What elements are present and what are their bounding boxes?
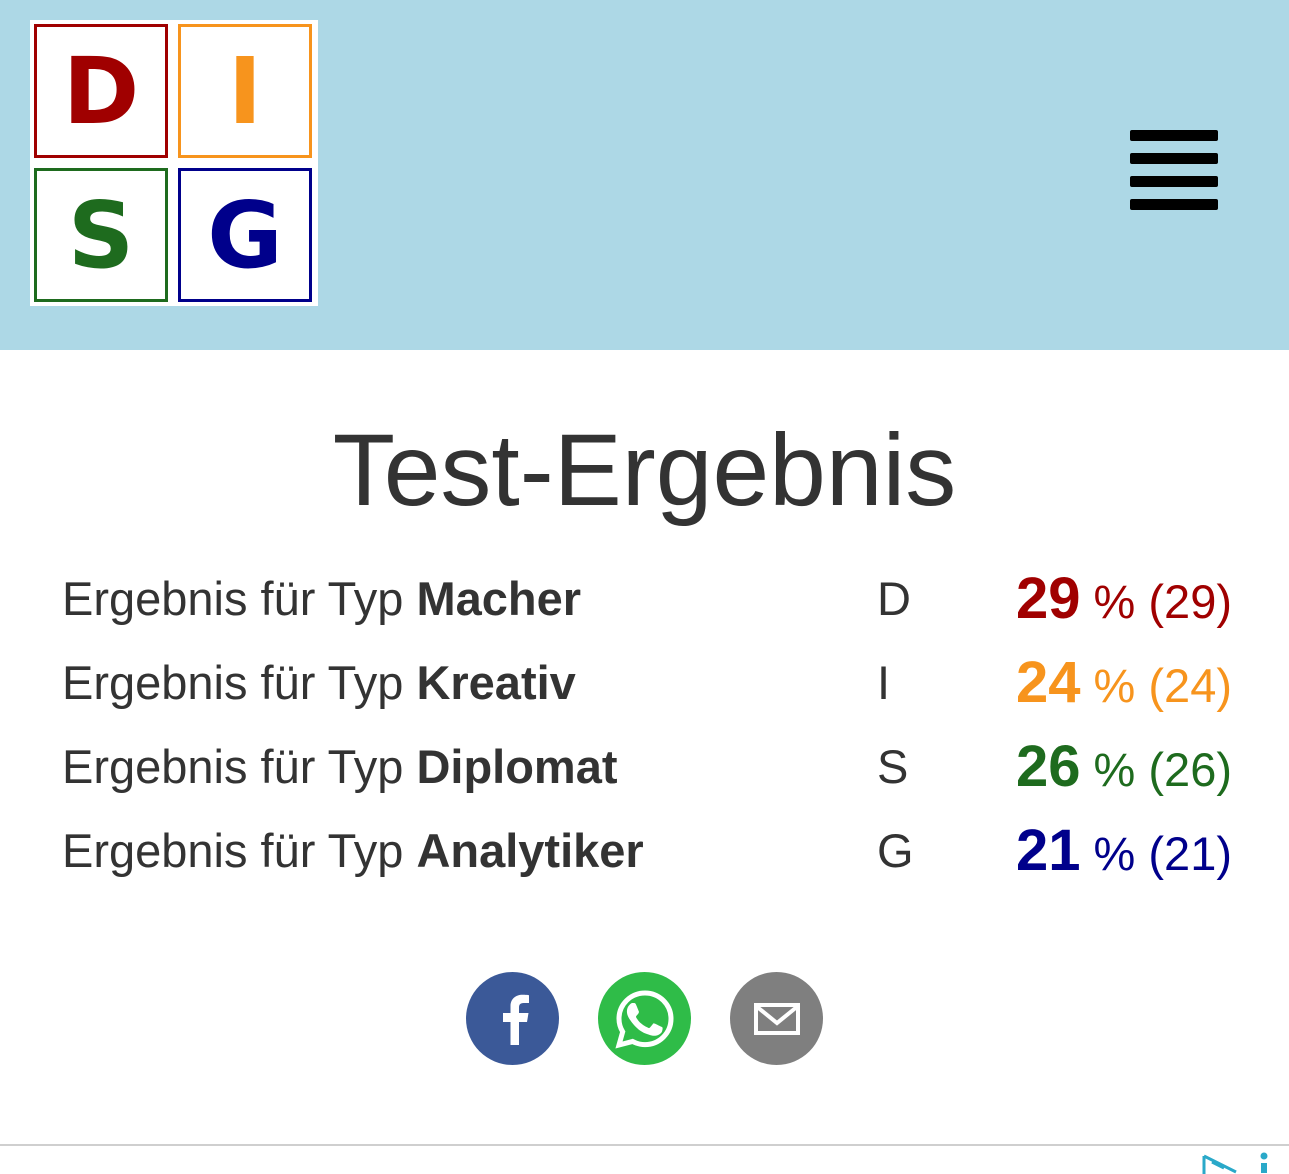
result-label: Ergebnis für Typ Diplomat — [62, 740, 618, 793]
logo-cell-s: S — [34, 168, 168, 302]
type-letter: S — [877, 740, 909, 793]
logo-cell-i: I — [178, 24, 312, 158]
type-letter: D — [877, 572, 911, 625]
email-share-button[interactable] — [730, 972, 823, 1065]
facebook-share-button[interactable] — [466, 972, 559, 1065]
type-name: Analytiker — [416, 824, 644, 877]
percent-unit: % — [1093, 827, 1136, 880]
hamburger-menu-icon[interactable] — [1130, 130, 1218, 210]
percent-unit: % — [1093, 659, 1136, 712]
disg-logo[interactable]: D I S G — [30, 20, 318, 306]
result-score: 24 % (24) — [1016, 650, 1232, 719]
whatsapp-icon — [614, 989, 674, 1049]
percent-value: 21 — [1015, 818, 1081, 883]
type-name: Macher — [416, 572, 582, 625]
adchoices-icon[interactable] — [1200, 1154, 1240, 1174]
share-buttons — [466, 972, 826, 1066]
percent-value: 26 — [1015, 734, 1081, 799]
result-label: Ergebnis für Typ Analytiker — [62, 824, 644, 877]
type-letter: G — [877, 824, 914, 877]
type-name: Kreativ — [416, 656, 576, 709]
site-header: D I S G — [0, 0, 1289, 350]
email-icon — [753, 1002, 800, 1035]
result-row-diplomat: Ergebnis für Typ Diplomat S 26 % (26) — [62, 734, 1232, 818]
results-table: Ergebnis für Typ Macher D 29 % (29) Erge… — [62, 566, 1232, 902]
percent-unit: % — [1093, 575, 1136, 628]
raw-value: (24) — [1148, 659, 1232, 712]
whatsapp-share-button[interactable] — [598, 972, 691, 1065]
raw-value: (29) — [1148, 575, 1232, 628]
result-row-analytiker: Ergebnis für Typ Analytiker G 21 % (21) — [62, 818, 1232, 902]
facebook-icon — [502, 994, 529, 1045]
percent-value: 29 — [1015, 566, 1081, 631]
percent-value: 24 — [1015, 650, 1081, 715]
result-row-kreativ: Ergebnis für Typ Kreativ I 24 % (24) — [62, 650, 1232, 734]
percent-unit: % — [1093, 743, 1136, 796]
result-label: Ergebnis für Typ Kreativ — [62, 656, 576, 709]
result-label: Ergebnis für Typ Macher — [62, 572, 582, 625]
page-title: Test-Ergebnis — [332, 413, 957, 527]
raw-value: (21) — [1148, 827, 1232, 880]
raw-value: (26) — [1148, 743, 1232, 796]
result-score: 26 % (26) — [1016, 734, 1232, 803]
info-icon[interactable] — [1256, 1152, 1272, 1173]
result-score: 21 % (21) — [1016, 818, 1232, 887]
logo-cell-g: G — [178, 168, 312, 302]
result-row-macher: Ergebnis für Typ Macher D 29 % (29) — [62, 566, 1232, 650]
type-name: Diplomat — [416, 740, 618, 793]
ad-banner[interactable] — [0, 1144, 1289, 1174]
logo-cell-d: D — [34, 24, 168, 158]
result-score: 29 % (29) — [1016, 566, 1232, 635]
type-letter: I — [877, 656, 891, 709]
